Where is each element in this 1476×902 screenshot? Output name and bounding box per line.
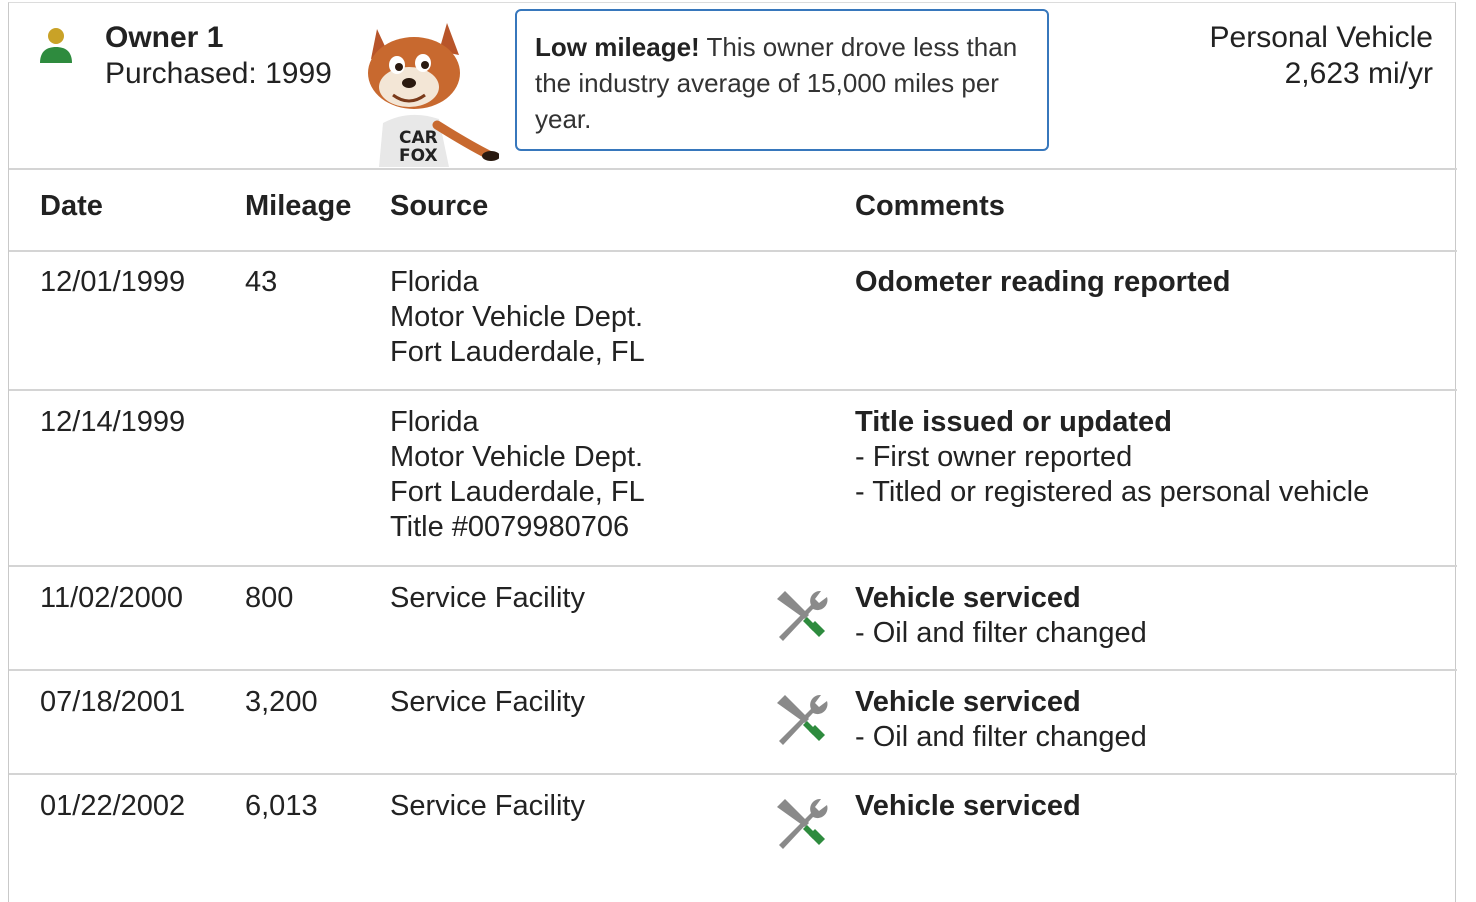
row-source: Florida Motor Vehicle Dept. Fort Lauderd…	[390, 265, 645, 370]
comment-detail: - First owner reported	[855, 441, 1133, 473]
row-comments: Vehicle serviced	[855, 789, 1081, 824]
low-mileage-callout: Low mileage! This owner drove less than …	[515, 9, 1049, 151]
row-source: Service Facility	[390, 789, 585, 824]
comment-title: Vehicle serviced	[855, 790, 1081, 822]
comment-title: Title issued or updated	[855, 406, 1172, 438]
owner-title: Owner 1	[105, 21, 224, 54]
vehicle-usage-type: Personal Vehicle	[1209, 21, 1433, 54]
row-date: 12/14/1999	[40, 406, 186, 438]
source-line: Florida	[390, 406, 479, 438]
title-number: Title #0079980706	[390, 511, 630, 543]
comment-detail: - Oil and filter changed	[855, 721, 1147, 753]
owner-header: Owner 1 Purchased: 1999 CAR FOX Low mile…	[9, 3, 1457, 170]
table-row: 07/18/2001 3,200 Service Facility Vehicl…	[9, 671, 1457, 775]
carfox-mascot: CAR FOX	[368, 23, 499, 167]
comment-detail: - Oil and filter changed	[855, 617, 1147, 649]
table-row: 12/01/1999 43 Florida Motor Vehicle Dept…	[9, 251, 1457, 391]
source-line: Service Facility	[390, 582, 585, 614]
comment-title: Vehicle serviced	[855, 686, 1081, 718]
row-date: 07/18/2001	[40, 686, 186, 718]
table-row: 12/14/1999 Florida Motor Vehicle Dept. F…	[9, 391, 1457, 567]
row-source: Service Facility	[390, 581, 585, 616]
source-line: Service Facility	[390, 686, 585, 718]
row-mileage: 6,013	[245, 790, 318, 822]
owner-purchased-year: Purchased: 1999	[105, 57, 332, 90]
wrench-screwdriver-icon	[777, 798, 828, 849]
comment-title: Odometer reading reported	[855, 266, 1231, 298]
source-line: Fort Lauderdale, FL	[390, 336, 645, 368]
source-line: Service Facility	[390, 790, 585, 822]
table-row: 11/02/2000 800 Service Facility Vehicle …	[9, 567, 1457, 671]
history-table-header: Date Mileage Source Comments	[9, 169, 1457, 252]
source-line: Florida	[390, 266, 479, 298]
mascot-shirt-text-car: CAR	[399, 128, 438, 148]
header-comments: Comments	[855, 190, 1005, 222]
source-line: Fort Lauderdale, FL	[390, 476, 645, 508]
comment-detail: - Titled or registered as personal vehic…	[855, 476, 1370, 508]
table-row: 01/22/2002 6,013 Service Facility Vehicl…	[9, 775, 1457, 895]
row-mileage: 3,200	[245, 686, 318, 718]
header-source: Source	[390, 190, 489, 222]
row-comments: Vehicle serviced - Oil and filter change…	[855, 685, 1147, 755]
wrench-screwdriver-icon	[777, 694, 828, 745]
row-comments: Odometer reading reported	[855, 265, 1230, 300]
row-comments: Title issued or updated - First owner re…	[855, 405, 1369, 510]
comment-title: Vehicle serviced	[855, 582, 1081, 614]
callout-bold-label: Low mileage!	[535, 32, 700, 62]
source-line: Motor Vehicle Dept.	[390, 441, 644, 473]
row-mileage: 43	[245, 266, 278, 298]
person-icon	[40, 28, 72, 63]
row-mileage: 800	[245, 582, 294, 614]
miles-per-year: 2,623 mi/yr	[1284, 57, 1433, 90]
header-mileage: Mileage	[245, 190, 352, 222]
header-date: Date	[40, 190, 103, 222]
row-date: 12/01/1999	[40, 266, 186, 298]
source-line: Motor Vehicle Dept.	[390, 301, 644, 333]
wrench-screwdriver-icon	[777, 590, 828, 641]
row-date: 11/02/2000	[40, 582, 183, 614]
row-source: Service Facility	[390, 685, 585, 720]
row-date: 01/22/2002	[40, 790, 186, 822]
row-source: Florida Motor Vehicle Dept. Fort Lauderd…	[390, 405, 645, 545]
mascot-shirt-text-fox: FOX	[399, 146, 438, 166]
row-comments: Vehicle serviced - Oil and filter change…	[855, 581, 1147, 651]
ownership-history-card: Owner 1 Purchased: 1999 CAR FOX Low mile…	[8, 2, 1457, 902]
